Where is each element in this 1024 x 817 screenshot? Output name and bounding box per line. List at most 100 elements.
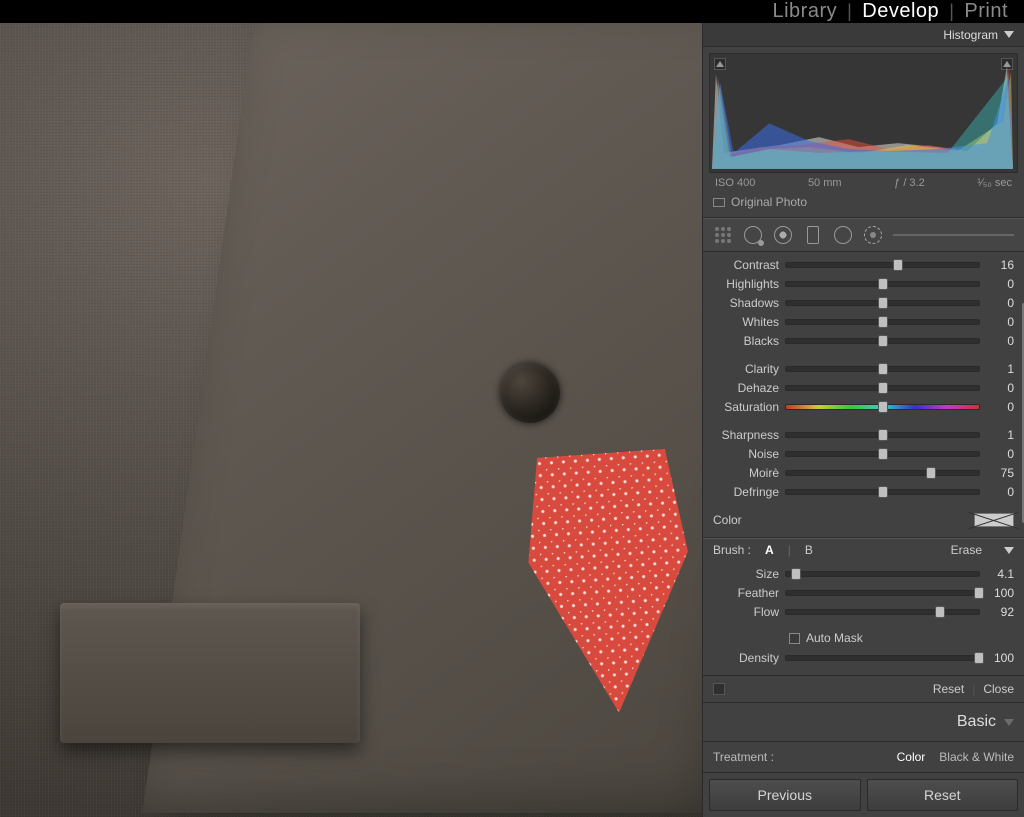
brush-tab-a[interactable]: A xyxy=(765,543,774,557)
slider-track[interactable] xyxy=(785,366,980,372)
treatment-color[interactable]: Color xyxy=(897,750,926,764)
exif-iso: ISO 400 xyxy=(715,177,755,189)
slider-value[interactable]: 1 xyxy=(986,362,1014,376)
slider-thumb[interactable] xyxy=(878,401,888,413)
slider-value[interactable]: 0 xyxy=(986,296,1014,310)
auto-mask-toggle[interactable]: Auto Mask xyxy=(703,629,1024,649)
slider-track[interactable] xyxy=(785,655,980,661)
chevron-down-icon[interactable] xyxy=(1004,547,1014,554)
slider-track[interactable] xyxy=(785,489,980,495)
slider-thumb[interactable] xyxy=(926,467,936,479)
slider-track[interactable] xyxy=(785,451,980,457)
basic-panel-header[interactable]: Basic xyxy=(703,702,1024,741)
slider-track[interactable] xyxy=(785,300,980,306)
slider-thumb[interactable] xyxy=(878,363,888,375)
slider-value[interactable]: 0 xyxy=(986,485,1014,499)
toggle-pins-icon[interactable] xyxy=(713,683,725,695)
slider-thumb[interactable] xyxy=(878,297,888,309)
slider-track[interactable] xyxy=(785,338,980,344)
spot-tool-icon[interactable] xyxy=(743,225,763,245)
slider-label: Dehaze xyxy=(713,381,779,395)
slider-value[interactable]: 1 xyxy=(986,428,1014,442)
slider-saturation[interactable]: Saturation 0 xyxy=(713,398,1014,416)
slider-track[interactable] xyxy=(785,281,980,287)
slider-value[interactable]: 100 xyxy=(986,651,1014,665)
slider-thumb[interactable] xyxy=(878,486,888,498)
slider-whites[interactable]: Whites 0 xyxy=(713,313,1014,331)
slider-thumb[interactable] xyxy=(878,448,888,460)
chevron-down-icon xyxy=(1004,31,1014,38)
treatment-bw[interactable]: Black & White xyxy=(939,750,1014,764)
slider-value[interactable]: 0 xyxy=(986,381,1014,395)
reset-button[interactable]: Reset xyxy=(867,779,1019,811)
slider-size[interactable]: Size 4.1 xyxy=(713,565,1014,583)
brush-tool-icon[interactable] xyxy=(863,225,883,245)
slider-track[interactable] xyxy=(785,609,980,615)
slider-thumb[interactable] xyxy=(974,587,984,599)
slider-track[interactable] xyxy=(785,404,980,410)
image-canvas[interactable] xyxy=(0,23,702,817)
slider-flow[interactable]: Flow 92 xyxy=(713,603,1014,621)
slider-thumb[interactable] xyxy=(878,382,888,394)
exposure-slider[interactable] xyxy=(893,234,1014,236)
slider-value[interactable]: 0 xyxy=(986,334,1014,348)
slider-thumb[interactable] xyxy=(878,316,888,328)
slider-dehaze[interactable]: Dehaze 0 xyxy=(713,379,1014,397)
slider-track[interactable] xyxy=(785,432,980,438)
slider-blacks[interactable]: Blacks 0 xyxy=(713,332,1014,350)
slider-thumb[interactable] xyxy=(791,568,801,580)
original-photo-toggle[interactable]: Original Photo xyxy=(703,189,1024,218)
brush-close[interactable]: Close xyxy=(983,682,1014,696)
slider-thumb[interactable] xyxy=(893,259,903,271)
brush-tab-b[interactable]: B xyxy=(805,543,813,557)
slider-thumb[interactable] xyxy=(935,606,945,618)
color-swatch[interactable] xyxy=(974,513,1014,527)
right-panel: Histogram ISO 400 50 mm ƒ / 3.2 ¹⁄₅₀ s xyxy=(702,23,1024,817)
slider-contrast[interactable]: Contrast 16 xyxy=(713,256,1014,274)
histogram-header[interactable]: Histogram xyxy=(703,23,1024,47)
checkbox-icon[interactable] xyxy=(789,633,800,644)
slider-thumb[interactable] xyxy=(974,652,984,664)
slider-track[interactable] xyxy=(785,571,980,577)
slider-noise[interactable]: Noise 0 xyxy=(713,445,1014,463)
slider-highlights[interactable]: Highlights 0 xyxy=(713,275,1014,293)
slider-feather[interactable]: Feather 100 xyxy=(713,584,1014,602)
slider-track[interactable] xyxy=(785,590,980,596)
slider-value[interactable]: 0 xyxy=(986,447,1014,461)
slider-track[interactable] xyxy=(785,385,980,391)
redeye-tool-icon[interactable] xyxy=(773,225,793,245)
slider-value[interactable]: 75 xyxy=(986,466,1014,480)
tab-divider: | xyxy=(847,1,852,22)
tab-library[interactable]: Library xyxy=(772,0,837,23)
slider-thumb[interactable] xyxy=(878,429,888,441)
slider-label: Size xyxy=(713,567,779,581)
slider-value[interactable]: 0 xyxy=(986,315,1014,329)
slider-value[interactable]: 4.1 xyxy=(986,567,1014,581)
slider-defringe[interactable]: Defringe 0 xyxy=(713,483,1014,501)
slider-thumb[interactable] xyxy=(878,278,888,290)
histogram[interactable] xyxy=(709,53,1018,173)
brush-erase[interactable]: Erase xyxy=(951,543,982,557)
slider-value[interactable]: 0 xyxy=(986,277,1014,291)
slider-track[interactable] xyxy=(785,470,980,476)
slider-value[interactable]: 92 xyxy=(986,605,1014,619)
slider-clarity[interactable]: Clarity 1 xyxy=(713,360,1014,378)
tab-develop[interactable]: Develop xyxy=(862,0,939,23)
slider-moire[interactable]: Moirè 75 xyxy=(713,464,1014,482)
slider-value[interactable]: 0 xyxy=(986,400,1014,414)
gradient-tool-icon[interactable] xyxy=(803,225,823,245)
previous-button[interactable]: Previous xyxy=(709,779,861,811)
slider-thumb[interactable] xyxy=(878,335,888,347)
slider-density[interactable]: Density 100 xyxy=(713,649,1014,667)
crop-tool-icon[interactable] xyxy=(713,225,733,245)
slider-shadows[interactable]: Shadows 0 xyxy=(713,294,1014,312)
brush-reset[interactable]: Reset xyxy=(933,682,964,696)
slider-track[interactable] xyxy=(785,262,980,268)
slider-value[interactable]: 16 xyxy=(986,258,1014,272)
slider-label: Saturation xyxy=(713,400,779,414)
radial-tool-icon[interactable] xyxy=(833,225,853,245)
slider-sharpness[interactable]: Sharpness 1 xyxy=(713,426,1014,444)
slider-track[interactable] xyxy=(785,319,980,325)
slider-value[interactable]: 100 xyxy=(986,586,1014,600)
tab-print[interactable]: Print xyxy=(964,0,1008,23)
